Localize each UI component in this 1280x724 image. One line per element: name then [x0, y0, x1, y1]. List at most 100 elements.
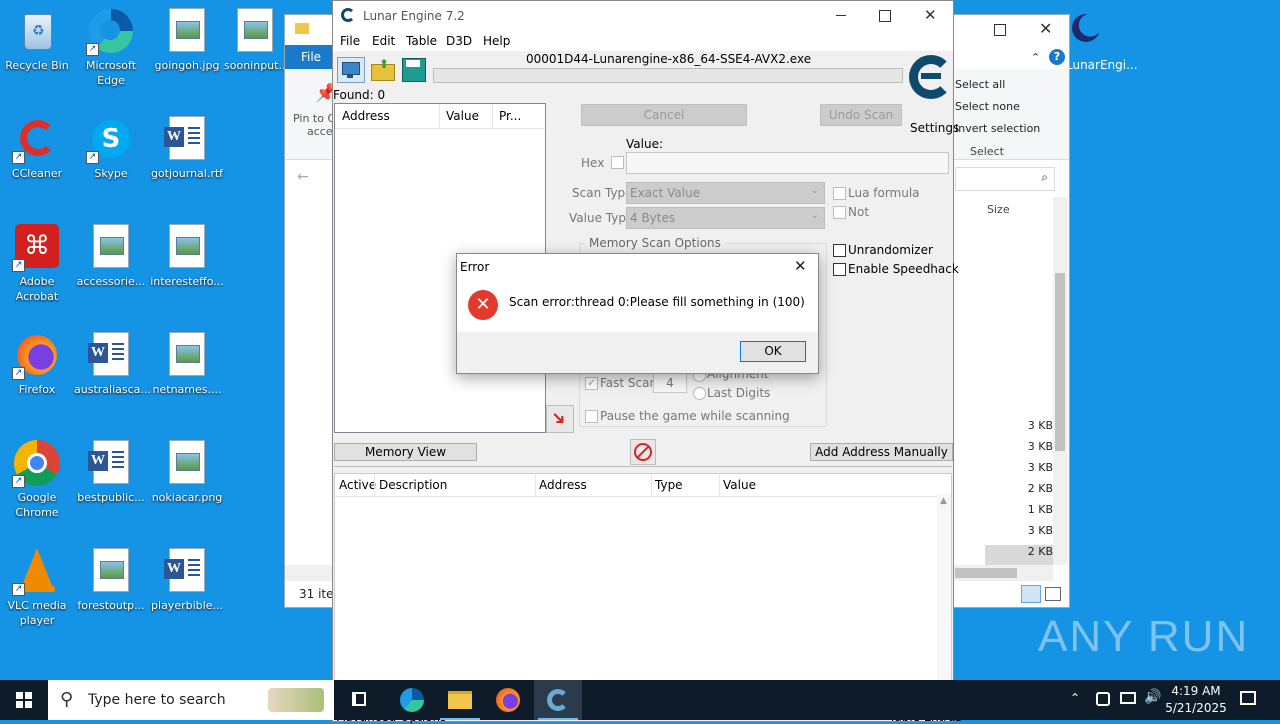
tray-app-icon[interactable]	[1096, 692, 1110, 706]
undo-scan-button[interactable]: Undo Scan	[820, 104, 902, 126]
add-to-list-arrow-button[interactable]: ➜	[546, 405, 574, 433]
maximize-icon[interactable]	[879, 10, 891, 22]
taskbar-edge[interactable]	[388, 680, 436, 720]
ribbon-collapse-icon[interactable]: ⌃	[1031, 51, 1040, 64]
enable-speedhack-checkbox[interactable]	[833, 263, 846, 276]
desktop-icon-forestoutp[interactable]: forestoutp...	[74, 548, 148, 613]
ok-button[interactable]: OK	[740, 341, 806, 362]
taskbar-firefox[interactable]	[484, 680, 532, 720]
clock-time[interactable]: 4:19 AM	[1166, 684, 1226, 698]
taskbar-lunar-engine[interactable]	[534, 680, 582, 720]
column-value[interactable]: Value	[446, 109, 479, 123]
notifications-icon[interactable]	[1240, 691, 1256, 705]
adobe-acrobat-icon: ⌘ ↗	[12, 224, 60, 272]
last-digits-radio[interactable]	[693, 387, 706, 400]
address-table-scrollbar[interactable]: ▲	[937, 494, 951, 708]
firefox-icon: ↗	[12, 332, 60, 380]
desktop-icon-edge[interactable]: ↗ Microsoft Edge	[74, 8, 148, 88]
desktop-icon-firefox[interactable]: ↗ Firefox	[0, 332, 74, 397]
scrollbar-thumb[interactable]	[1055, 273, 1065, 451]
value-type-select[interactable]: 4 Bytes ⌄	[626, 207, 825, 229]
select-none-button[interactable]: Select none	[955, 100, 1020, 113]
anyrun-watermark: ANY RUN	[1038, 612, 1250, 661]
desktop-icon-netnames[interactable]: netnames....	[150, 332, 224, 397]
network-icon[interactable]	[1120, 692, 1136, 704]
column-description[interactable]: Description	[379, 478, 447, 492]
open-file-button[interactable]: ⬆	[369, 57, 395, 81]
clock-date[interactable]: 5/21/2025	[1160, 701, 1232, 715]
select-all-button[interactable]: Select all	[955, 78, 1005, 91]
column-active[interactable]: Active	[339, 478, 376, 492]
desktop-icon-nokiacar[interactable]: nokiacar.png	[150, 440, 224, 505]
column-value[interactable]: Value	[723, 478, 756, 492]
settings-link[interactable]: Settings	[910, 121, 959, 135]
vertical-scrollbar[interactable]	[1053, 197, 1067, 565]
menu-help[interactable]: Help	[483, 34, 510, 48]
column-type[interactable]: Type	[655, 478, 683, 492]
file-tab[interactable]: File	[285, 45, 337, 69]
desktop-icon-vlc[interactable]: ↗ VLC media player	[0, 548, 74, 628]
splitter[interactable]	[334, 466, 952, 471]
close-icon[interactable]: ✕	[1039, 19, 1052, 38]
close-icon[interactable]: ✕	[794, 257, 807, 275]
save-button[interactable]	[400, 57, 426, 82]
desktop-icon-google-chrome[interactable]: ↗ Google Chrome	[0, 440, 74, 520]
firefox-icon	[496, 688, 520, 712]
value-input[interactable]	[626, 152, 949, 174]
memory-view-button[interactable]: Memory View	[334, 443, 477, 461]
desktop-icon-bestpublic[interactable]: W bestpublic...	[74, 440, 148, 505]
desktop-icon-ccleaner[interactable]: ↗ CCleaner	[0, 116, 74, 181]
menu-file[interactable]: File	[340, 34, 360, 48]
show-hidden-icons-button[interactable]: ⌃	[1070, 691, 1080, 705]
unrandomizer-checkbox[interactable]	[833, 244, 846, 257]
desktop-icon-playerbible[interactable]: W playerbible...	[150, 548, 224, 613]
taskbar-file-explorer[interactable]	[436, 680, 484, 720]
desktop-icon-label: Google Chrome	[15, 491, 59, 519]
taskbar-search-box[interactable]: ⚲ Type here to search	[48, 680, 334, 720]
desktop-icon-sooninput[interactable]: sooninput...	[224, 8, 286, 73]
fast-scan-input[interactable]: 4	[653, 373, 687, 393]
add-address-manually-button[interactable]: Add Address Manually	[810, 443, 953, 461]
menu-d3d[interactable]: D3D	[446, 34, 472, 48]
volume-icon[interactable]: 🔊	[1144, 689, 1161, 705]
address-table[interactable]: Active Description Address Type Value ▲	[334, 473, 952, 711]
desktop-icon-recycle-bin[interactable]: ♻ Recycle Bin	[0, 8, 74, 73]
menu-edit[interactable]: Edit	[372, 34, 395, 48]
column-previous[interactable]: Pr...	[499, 109, 521, 123]
hex-checkbox[interactable]	[611, 156, 624, 169]
scroll-up-icon[interactable]: ▲	[940, 496, 947, 506]
fast-scan-checkbox[interactable]: ✓	[585, 377, 598, 390]
desktop-icon-interesteffo[interactable]: interesteffo...	[150, 224, 224, 289]
scan-type-select[interactable]: Exact Value ⌄	[626, 182, 825, 204]
desktop-icon-accessorie[interactable]: accessorie...	[74, 224, 148, 289]
details-view-icon[interactable]	[1021, 585, 1041, 603]
column-address[interactable]: Address	[539, 478, 587, 492]
invert-selection-button[interactable]: Invert selection	[955, 122, 1040, 135]
not-checkbox[interactable]	[833, 206, 846, 219]
close-icon[interactable]: ✕	[924, 6, 937, 24]
pause-game-checkbox[interactable]	[585, 410, 598, 423]
desktop-icon-goingoh[interactable]: goingoh.jpg	[150, 8, 224, 73]
desktop-icon-skype[interactable]: S ↗ Skype	[74, 116, 148, 181]
back-arrow-icon[interactable]: ←	[297, 169, 309, 185]
lua-formula-checkbox[interactable]	[833, 187, 846, 200]
desktop-icon-australiasca[interactable]: W australiasca...	[74, 332, 151, 397]
menu-table[interactable]: Table	[406, 34, 437, 48]
search-box[interactable]: ⌕	[955, 167, 1055, 191]
task-view-button[interactable]	[336, 680, 384, 720]
cancel-button[interactable]: Cancel	[581, 104, 747, 126]
error-dialog[interactable]: Error ✕ ✕ Scan error:thread 0:Please fil…	[456, 253, 819, 374]
desktop-icon-adobe-acrobat[interactable]: ⌘ ↗ Adobe Acrobat	[0, 224, 74, 304]
clear-list-button[interactable]	[630, 439, 656, 465]
scrollbar-thumb[interactable]	[955, 568, 1017, 578]
edge-icon: ↗	[86, 8, 134, 56]
column-address[interactable]: Address	[342, 109, 390, 123]
desktop-icon-gotjournal[interactable]: W gotjournal.rtf	[150, 116, 224, 181]
start-button[interactable]	[0, 680, 48, 720]
minimize-icon[interactable]	[836, 15, 846, 16]
maximize-icon[interactable]	[994, 24, 1006, 36]
help-icon[interactable]: ?	[1049, 49, 1065, 65]
large-icons-view-icon[interactable]	[1045, 587, 1061, 601]
select-process-button[interactable]	[337, 57, 365, 83]
size-column-header[interactable]: Size	[987, 203, 1010, 216]
